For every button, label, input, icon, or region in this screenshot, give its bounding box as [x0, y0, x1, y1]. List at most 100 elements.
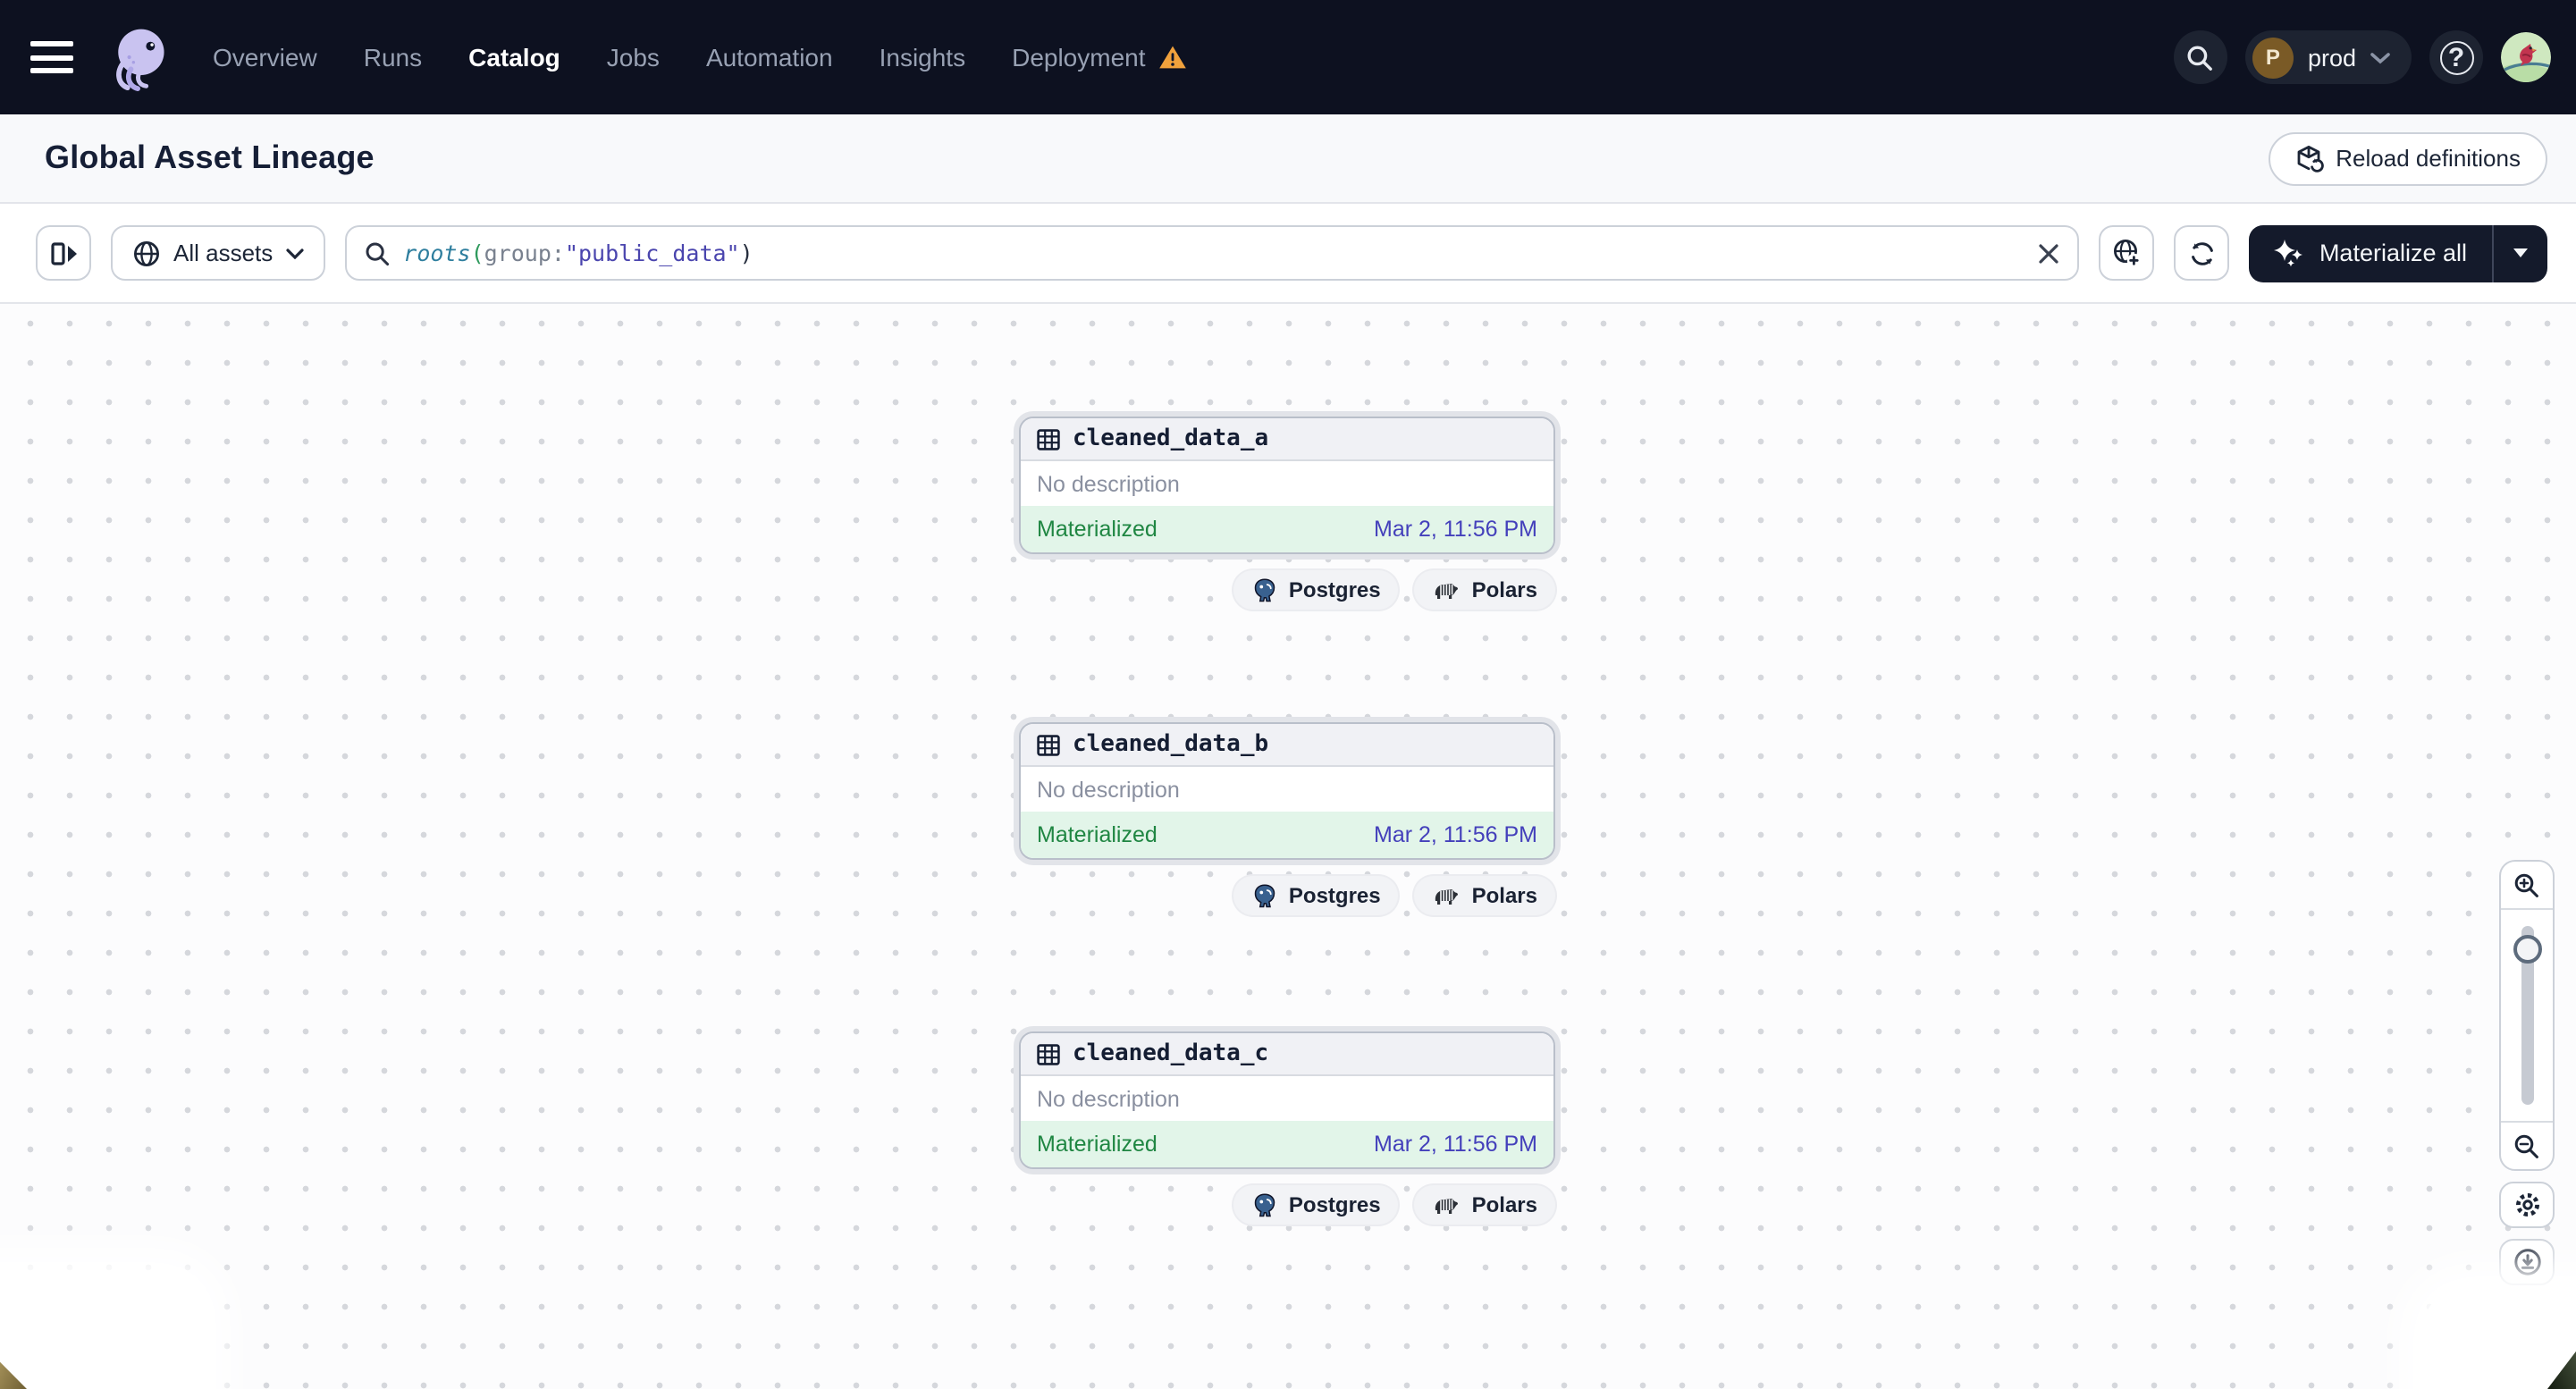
- nav-item-insights[interactable]: Insights: [880, 43, 966, 72]
- postgres-icon: [1254, 1192, 1275, 1216]
- table-icon: [1037, 1043, 1060, 1065]
- download-image-button[interactable]: [2499, 1239, 2555, 1285]
- top-navbar: Overview Runs Catalog Jobs Automation In…: [0, 0, 2576, 114]
- asset-scope-label: All assets: [173, 240, 274, 266]
- materialize-options-button[interactable]: [2494, 224, 2547, 282]
- tag-postgres[interactable]: Postgres: [1233, 876, 1399, 915]
- asset-name: cleaned_data_a: [1073, 425, 1269, 452]
- close-icon: [2040, 243, 2059, 263]
- refresh-icon: [2192, 241, 2213, 265]
- materialize-all-label: Materialize all: [2319, 240, 2467, 266]
- refresh-button[interactable]: [2174, 225, 2230, 281]
- polars-icon: [1435, 1199, 1459, 1214]
- nav-item-overview[interactable]: Overview: [213, 43, 317, 72]
- dagster-logo[interactable]: [105, 23, 173, 91]
- group-by-location-button[interactable]: [2099, 225, 2155, 281]
- zoom-out-button[interactable]: [2501, 1121, 2553, 1169]
- hamburger-menu-icon[interactable]: [30, 41, 73, 73]
- zoom-slider-handle[interactable]: [2513, 935, 2541, 964]
- sparkles-icon: [2274, 240, 2303, 267]
- postgres-icon: [1254, 883, 1275, 907]
- asset-name: cleaned_data_b: [1073, 731, 1269, 758]
- nav-item-deployment[interactable]: Deployment: [1012, 43, 1186, 72]
- workspace-switcher[interactable]: P prod: [2244, 30, 2412, 84]
- asset-description: No description: [1021, 1076, 1553, 1121]
- selection-query: roots(group:"public_data"): [403, 240, 753, 266]
- status-badge: Materialized: [1037, 822, 1158, 847]
- graph-controls: [2499, 860, 2555, 1285]
- tag-postgres[interactable]: Postgres: [1233, 1185, 1399, 1225]
- search-button[interactable]: [2173, 30, 2227, 84]
- asset-tags: Postgres Polars: [1019, 1185, 1555, 1225]
- tag-polars[interactable]: Polars: [1414, 1185, 1555, 1225]
- tag-polars[interactable]: Polars: [1414, 876, 1555, 915]
- page-title: Global Asset Lineage: [45, 139, 375, 175]
- graph-settings-button[interactable]: [2499, 1182, 2555, 1228]
- chevron-down-icon: [285, 248, 303, 258]
- tag-polars[interactable]: Polars: [1414, 570, 1555, 610]
- table-icon: [1037, 428, 1060, 450]
- page-header: Global Asset Lineage Reload definitions: [0, 114, 2576, 204]
- asset-tags: Postgres Polars: [1019, 876, 1555, 915]
- asset-node-header: cleaned_data_b: [1021, 724, 1553, 767]
- open-panel-icon: [50, 241, 76, 265]
- asset-selection-input[interactable]: roots(group:"public_data"): [344, 225, 2080, 281]
- zoom-panel: [2499, 860, 2555, 1171]
- app-window: Overview Runs Catalog Jobs Automation In…: [0, 0, 2576, 1389]
- asset-node-cleaned-data-c[interactable]: cleaned_data_c No description Materializ…: [1019, 1031, 1555, 1169]
- globe-add-icon: [2114, 239, 2142, 267]
- polars-icon: [1435, 889, 1459, 905]
- asset-node-group: cleaned_data_a No description Materializ…: [1019, 417, 1555, 610]
- zoom-in-icon: [2514, 872, 2538, 897]
- asset-node-header: cleaned_data_c: [1021, 1033, 1553, 1076]
- asset-description: No description: [1021, 767, 1553, 812]
- asset-description: No description: [1021, 461, 1553, 506]
- nav-item-runs[interactable]: Runs: [364, 43, 422, 72]
- help-button[interactable]: ?: [2429, 30, 2483, 84]
- materialize-all-button[interactable]: Materialize all: [2250, 224, 2492, 282]
- lineage-graph-canvas[interactable]: cleaned_data_a No description Materializ…: [0, 304, 2576, 1389]
- workspace-label: prod: [2307, 44, 2356, 71]
- asset-node-cleaned-data-a[interactable]: cleaned_data_a No description Materializ…: [1019, 417, 1555, 554]
- asset-status-row: Materialized Mar 2, 11:56 PM: [1021, 1121, 1553, 1167]
- table-icon: [1037, 734, 1060, 755]
- materialization-timestamp[interactable]: Mar 2, 11:56 PM: [1374, 517, 1537, 542]
- help-icon: ?: [2439, 40, 2473, 74]
- user-avatar[interactable]: [2501, 32, 2551, 82]
- navbar-right: P prod ?: [2173, 30, 2551, 84]
- zoom-in-button[interactable]: [2501, 862, 2553, 910]
- asset-status-row: Materialized Mar 2, 11:56 PM: [1021, 812, 1553, 858]
- asset-scope-dropdown[interactable]: All assets: [111, 225, 325, 281]
- materialization-timestamp[interactable]: Mar 2, 11:56 PM: [1374, 1132, 1537, 1157]
- postgres-icon: [1254, 577, 1275, 602]
- reload-cube-icon: [2296, 145, 2324, 172]
- materialization-timestamp[interactable]: Mar 2, 11:56 PM: [1374, 822, 1537, 847]
- asset-name: cleaned_data_c: [1073, 1040, 1269, 1067]
- globe-icon: [133, 240, 160, 266]
- avatar-image: [2501, 32, 2551, 82]
- polars-icon: [1435, 584, 1459, 599]
- reload-definitions-button[interactable]: Reload definitions: [2268, 131, 2547, 185]
- reload-definitions-label: Reload definitions: [2336, 145, 2521, 172]
- asset-node-cleaned-data-b[interactable]: cleaned_data_b No description Materializ…: [1019, 722, 1555, 860]
- nav-item-automation[interactable]: Automation: [706, 43, 833, 72]
- corner-highlight: [2422, 1285, 2576, 1389]
- chevron-down-icon: [2370, 52, 2390, 63]
- status-badge: Materialized: [1037, 1132, 1158, 1157]
- clear-query-button[interactable]: [2039, 242, 2060, 264]
- zoom-out-icon: [2514, 1133, 2538, 1158]
- search-icon: [365, 241, 389, 265]
- nav-item-catalog[interactable]: Catalog: [468, 43, 560, 72]
- asset-status-row: Materialized Mar 2, 11:56 PM: [1021, 506, 1553, 552]
- status-badge: Materialized: [1037, 517, 1158, 542]
- nav-item-jobs[interactable]: Jobs: [607, 43, 660, 72]
- workspace-badge: P: [2252, 37, 2294, 78]
- zoom-slider[interactable]: [2501, 910, 2553, 1121]
- materialize-all-split-button: Materialize all: [2249, 224, 2547, 282]
- asset-node-group: cleaned_data_b No description Materializ…: [1019, 722, 1555, 915]
- expand-panel-button[interactable]: [36, 225, 91, 281]
- tag-postgres[interactable]: Postgres: [1233, 570, 1399, 610]
- warning-icon: [1158, 46, 1186, 69]
- download-icon: [2513, 1249, 2540, 1275]
- gear-icon: [2515, 1193, 2538, 1216]
